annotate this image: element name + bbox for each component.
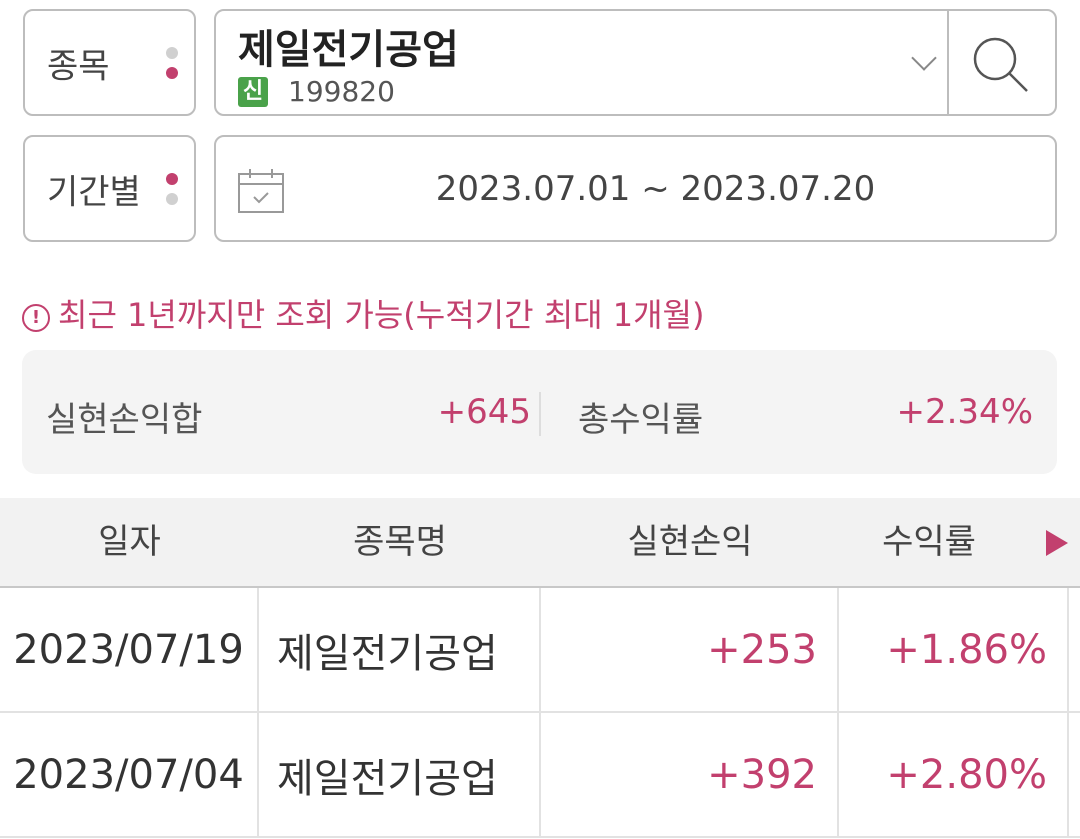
- query-limit-notice: ! 최근 1년까지만 조회 가능(누적기간 최대 1개월): [22, 290, 704, 336]
- filter-toggle-dots: [166, 46, 178, 79]
- row-realized-pnl: +392: [541, 713, 839, 836]
- credit-badge: 신: [238, 77, 268, 107]
- header-date[interactable]: 일자: [0, 498, 259, 586]
- period-filter-label-text: 기간별: [47, 172, 141, 212]
- stock-filter-label[interactable]: 종목: [23, 9, 196, 116]
- table-header: 일자 종목명 실현손익 수익률: [0, 498, 1080, 588]
- stock-selector[interactable]: 제일전기공업 신 199820: [214, 9, 1057, 116]
- realized-total-label: 실현손익합: [46, 400, 203, 440]
- row-return-rate: +1.86%: [839, 588, 1069, 711]
- total-return-label: 총수익률: [578, 400, 704, 440]
- search-button[interactable]: [947, 11, 1055, 114]
- period-filter-label[interactable]: 기간별: [23, 135, 196, 242]
- dot-off: [166, 192, 178, 205]
- stock-filter-label-text: 종목: [47, 46, 110, 86]
- row-date: 2023/07/19: [0, 588, 259, 711]
- table-row[interactable]: 2023/07/04 제일전기공업 +392 +2.80%: [0, 713, 1080, 838]
- dot-off: [166, 46, 178, 59]
- stock-name: 제일전기공업: [238, 27, 459, 73]
- chevron-down-icon[interactable]: [911, 45, 937, 71]
- header-return-rate[interactable]: 수익률: [839, 498, 1019, 586]
- row-date: 2023/07/04: [0, 713, 259, 836]
- row-stock-name: 제일전기공업: [259, 588, 541, 711]
- row-return-rate: +2.80%: [839, 713, 1069, 836]
- realized-total-value: +645: [437, 392, 531, 432]
- search-icon: [973, 37, 1028, 92]
- table-row[interactable]: 2023/07/19 제일전기공업 +253 +1.86%: [0, 588, 1080, 713]
- info-icon: !: [22, 304, 50, 332]
- dot-on: [166, 172, 178, 185]
- date-range-text: 2023.07.01 ~ 2023.07.20: [435, 168, 876, 209]
- row-stock-name: 제일전기공업: [259, 713, 541, 836]
- play-right-icon[interactable]: [1046, 530, 1068, 556]
- row-realized-pnl: +253: [541, 588, 839, 711]
- total-return-value: +2.34%: [896, 392, 1034, 432]
- filter-toggle-dots: [166, 172, 178, 205]
- summary-panel: 실현손익합 +645 총수익률 +2.34%: [22, 350, 1057, 474]
- notice-text: 최근 1년까지만 조회 가능(누적기간 최대 1개월): [58, 296, 705, 334]
- stock-code: 199820: [288, 75, 395, 108]
- dot-on: [166, 66, 178, 79]
- date-range-picker[interactable]: 2023.07.01 ~ 2023.07.20: [214, 135, 1057, 242]
- summary-divider: [539, 392, 541, 436]
- header-stock-name[interactable]: 종목명: [259, 498, 541, 586]
- header-realized-pnl[interactable]: 실현손익: [541, 498, 839, 586]
